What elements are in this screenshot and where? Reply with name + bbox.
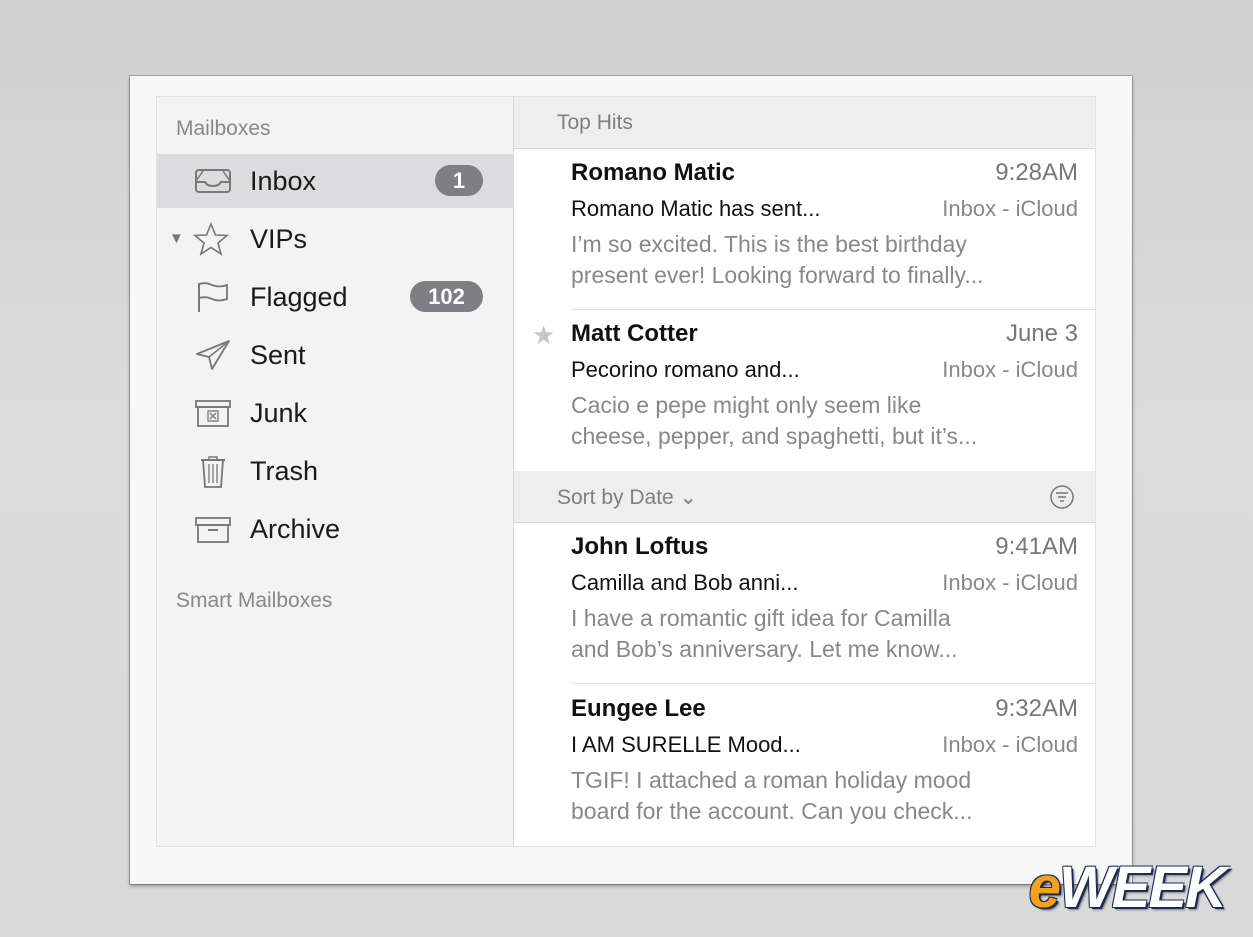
unread-count-badge: 1 xyxy=(435,165,483,196)
preview-line: Cacio e pepe might only seem like xyxy=(571,392,922,418)
message-mailbox: Inbox - iCloud xyxy=(942,357,1078,382)
smart-mailboxes-header[interactable]: Smart Mailboxes xyxy=(176,589,332,613)
preview-line: and Bob’s anniversary. Let me know... xyxy=(571,636,958,662)
junk-box-icon xyxy=(195,400,231,427)
top-hits-header: Top Hits xyxy=(514,97,1095,149)
sidebar-item-inbox[interactable]: Inbox 1 xyxy=(157,154,513,208)
message-time: June 3 xyxy=(1005,320,1078,347)
sidebar-item-label: Sent xyxy=(250,340,306,370)
preview-line: I have a romantic gift idea for Camilla xyxy=(571,605,951,631)
message-time: 9:28AM xyxy=(995,159,1078,186)
message-subject: Pecorino romano and... xyxy=(571,357,800,382)
sidebar-item-label: Junk xyxy=(250,398,308,428)
preview-line: board for the account. Can you check... xyxy=(571,798,973,824)
sidebar-item-label: Inbox xyxy=(250,166,317,196)
trash-can-icon xyxy=(201,456,225,488)
preview-line: TGIF! I attached a roman holiday mood xyxy=(571,767,972,793)
sidebar-item-junk[interactable]: Junk xyxy=(157,386,513,440)
filter-icon[interactable] xyxy=(1049,484,1075,510)
paper-plane-icon xyxy=(196,340,230,370)
vip-star-icon: ★ xyxy=(532,320,556,350)
message-mailbox: Inbox - iCloud xyxy=(942,196,1078,221)
sidebar-item-archive[interactable]: Archive xyxy=(157,502,513,556)
sidebar-item-sent[interactable]: Sent xyxy=(157,328,513,382)
message-sender: Matt Cotter xyxy=(571,320,698,347)
message-list: Top Hits Romano Matic 9:28AM Romano Mati… xyxy=(514,97,1095,846)
message-mailbox: Inbox - iCloud xyxy=(942,732,1078,757)
sidebar-item-vips[interactable]: ▼ VIPs xyxy=(157,212,513,266)
message-time: 9:41AM xyxy=(995,533,1078,560)
eweek-logo: eWEEK xyxy=(1028,854,1227,921)
disclosure-triangle-icon[interactable]: ▼ xyxy=(169,230,184,247)
preview-line: present ever! Looking forward to finally… xyxy=(571,262,984,288)
mailbox-sidebar: Mailboxes Inbox 1 ▼ VIPs Flagged 102 Sen… xyxy=(157,97,514,846)
message-time: 9:32AM xyxy=(995,695,1078,722)
message-sender: Romano Matic xyxy=(571,159,736,186)
message-preview: TGIF! I attached a roman holiday mood bo… xyxy=(571,765,1086,827)
message-sender: John Loftus xyxy=(571,533,709,560)
logo-prefix: e xyxy=(1028,855,1061,920)
mail-window: Mailboxes Inbox 1 ▼ VIPs Flagged 102 Sen… xyxy=(157,97,1095,846)
message-preview: I’m so excited. This is the best birthda… xyxy=(571,229,1086,291)
sidebar-item-trash[interactable]: Trash xyxy=(157,444,513,498)
message-mailbox: Inbox - iCloud xyxy=(942,570,1078,595)
message-preview: I have a romantic gift idea for Camilla … xyxy=(571,603,1086,665)
preview-line: I’m so excited. This is the best birthda… xyxy=(571,231,967,257)
mailboxes-header[interactable]: Mailboxes xyxy=(176,117,271,141)
sidebar-item-label: VIPs xyxy=(250,224,308,254)
message-row[interactable]: Eungee Lee 9:32AM I AM SURELLE Mood... I… xyxy=(514,685,1095,846)
flagged-count-badge: 102 xyxy=(410,281,483,312)
flag-icon xyxy=(198,282,228,312)
star-outline-icon xyxy=(192,222,230,256)
message-subject: Romano Matic has sent... xyxy=(571,196,821,221)
sidebar-item-label: Flagged xyxy=(250,282,348,312)
sidebar-item-label: Archive xyxy=(250,514,341,544)
sidebar-item-label: Trash xyxy=(250,456,319,486)
row-separator xyxy=(571,683,1095,684)
message-row[interactable]: ★ Matt Cotter June 3 Pecorino romano and… xyxy=(514,310,1095,471)
archive-box-icon xyxy=(195,517,231,543)
preview-line: cheese, pepper, and spaghetti, but it’s.… xyxy=(571,423,978,449)
inbox-tray-icon xyxy=(195,169,231,193)
sidebar-item-flagged[interactable]: Flagged 102 xyxy=(157,270,513,324)
top-hits-label: Top Hits xyxy=(557,111,633,134)
sort-bar: Sort by Date ⌄ xyxy=(514,471,1095,523)
message-subject: Camilla and Bob anni... xyxy=(571,570,799,595)
message-subject: I AM SURELLE Mood... xyxy=(571,732,801,757)
message-row[interactable]: Romano Matic 9:28AM Romano Matic has sen… xyxy=(514,149,1095,310)
message-sender: Eungee Lee xyxy=(571,695,706,722)
message-preview: Cacio e pepe might only seem like cheese… xyxy=(571,390,1086,452)
message-row[interactable]: John Loftus 9:41AM Camilla and Bob anni.… xyxy=(514,523,1095,684)
logo-rest: WEEK xyxy=(1059,855,1227,920)
sort-by-date-button[interactable]: Sort by Date ⌄ xyxy=(557,485,697,510)
